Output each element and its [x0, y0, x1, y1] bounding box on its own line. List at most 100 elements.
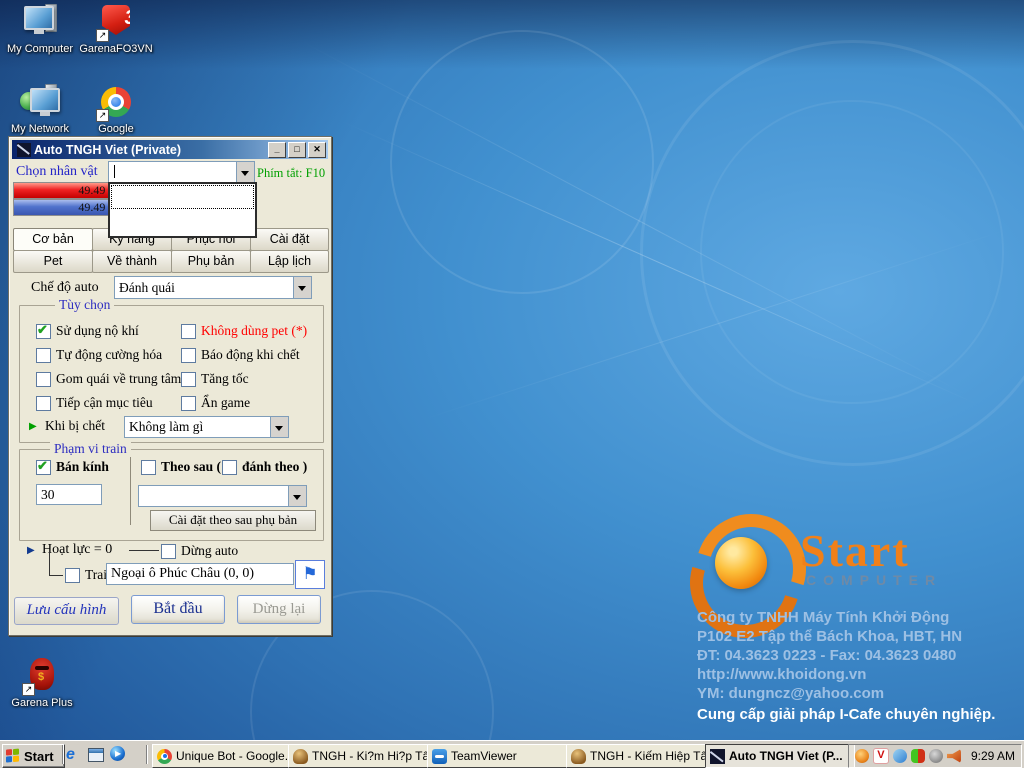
tab-pet[interactable]: Pet	[13, 250, 93, 273]
start-menu-button[interactable]: Start	[2, 744, 65, 768]
checkbox[interactable]: ✔	[181, 396, 196, 411]
checkbox[interactable]: ✔	[65, 568, 80, 583]
dropdown-item[interactable]	[111, 185, 254, 209]
option-bao-dong-khi-chet[interactable]: ✔ Báo động khi chết	[181, 347, 300, 363]
checkbox[interactable]: ✔	[36, 324, 51, 339]
tab-cai-dat[interactable]: Cài đặt	[250, 228, 329, 251]
option-an-game[interactable]: ✔ Ẩn game	[181, 395, 250, 411]
quicklaunch-ie-icon[interactable]: e	[66, 746, 83, 763]
checkbox[interactable]: ✔	[141, 460, 156, 475]
shortcut-arrow-icon: ↗	[22, 683, 35, 696]
checkbox[interactable]: ✔	[181, 324, 196, 339]
quicklaunch-desktop-icon[interactable]	[88, 746, 105, 763]
taskbar-button-tngh-1[interactable]: TNGH - Ki?m Hi?p Tâ...	[288, 744, 434, 768]
taskbar-button-auto-tngh[interactable]: Auto TNGH Viet (P...	[705, 744, 855, 768]
options-group-title: Tùy chọn	[55, 297, 114, 313]
shortcut-arrow-icon: ↗	[96, 109, 109, 122]
taskbar-button-unique-bot[interactable]: Unique Bot - Google...	[152, 744, 295, 768]
combo-dropdown-button[interactable]	[236, 162, 254, 183]
brand-word: Start	[800, 524, 910, 577]
tab-lap-lich[interactable]: Lập lịch	[250, 250, 329, 273]
quicklaunch-mediaplayer-icon[interactable]: ▶	[110, 746, 127, 763]
brand-ym: YM: dungncz@yahoo.com	[697, 684, 962, 703]
stop-auto-option[interactable]: ✔ Dừng auto	[161, 543, 238, 559]
maximize-button[interactable]: □	[288, 142, 306, 158]
character-dropdown-list[interactable]	[108, 182, 257, 238]
tab-ve-thanh[interactable]: Về thành	[92, 250, 172, 273]
train-location-field[interactable]: Ngoại ô Phúc Châu (0, 0)	[106, 563, 294, 585]
taskbar-clock[interactable]: 9:29 AM	[971, 749, 1015, 763]
game-icon	[571, 749, 586, 764]
start-computer-tray-icon[interactable]	[855, 749, 869, 763]
divider	[130, 457, 131, 525]
checkbox[interactable]: ✔	[36, 460, 51, 475]
radius-option[interactable]: ✔ Bán kính	[36, 459, 109, 475]
option-tiep-can-muc-tieu[interactable]: ✔ Tiếp cận mục tiêu	[36, 395, 153, 411]
auto-mode-combobox[interactable]: Đánh quái	[114, 276, 312, 299]
window-title: Auto TNGH Viet (Private)	[34, 143, 266, 157]
follow-target-combobox[interactable]	[138, 485, 307, 507]
character-combobox[interactable]	[108, 161, 255, 184]
taskbar-button-teamviewer[interactable]: TeamViewer	[427, 744, 573, 768]
tree-line	[49, 551, 50, 575]
flag-icon: ⚑	[302, 564, 317, 583]
follow-settings-button[interactable]: Cài đặt theo sau phụ bản	[150, 510, 316, 531]
combo-dropdown-button[interactable]	[293, 277, 311, 298]
radius-input[interactable]: 30	[36, 484, 102, 505]
start-button[interactable]: Bắt đầu	[131, 595, 225, 624]
shortcut-arrow-icon: ↗	[96, 29, 109, 42]
key-tray-icon[interactable]	[893, 749, 907, 763]
checkbox[interactable]: ✔	[36, 348, 51, 363]
checkbox[interactable]: ✔	[181, 372, 196, 387]
garenafo3vn-icon: 3↗	[98, 4, 134, 40]
minimize-button[interactable]: _	[268, 142, 286, 158]
garena-plus-icon: ↗	[24, 658, 60, 694]
close-button[interactable]: ✕	[308, 142, 326, 158]
checkbox[interactable]: ✔	[36, 372, 51, 387]
save-config-button[interactable]: Lưu cấu hình	[14, 597, 119, 625]
desktop-icon-garena-plus[interactable]: ↗ Garena Plus	[4, 658, 80, 709]
vietkey-tray-icon[interactable]: V	[873, 748, 889, 764]
desktop-icon-label: GarenaFO3VN	[78, 43, 154, 55]
option-khong-dung-pet[interactable]: ✔ Không dùng pet (*)	[181, 323, 307, 339]
desktop-icon-garenafo3vn[interactable]: 3↗ GarenaFO3VN	[78, 4, 154, 55]
chrome-icon: ↗	[98, 84, 134, 120]
option-su-dung-no-khi[interactable]: ✔ Sử dụng nộ khí	[36, 323, 139, 339]
stop-button[interactable]: Dừng lại	[237, 595, 321, 624]
brand-phone: ĐT: 04.3623 0223 - Fax: 04.3623 0480	[697, 646, 962, 665]
garena-tray-icon[interactable]	[911, 749, 925, 763]
tab-phu-ban[interactable]: Phụ bản	[171, 250, 251, 273]
checkbox[interactable]: ✔	[36, 396, 51, 411]
taskbar-divider	[146, 745, 147, 764]
checkbox[interactable]: ✔	[222, 460, 237, 475]
desktop-icon-my-computer[interactable]: My Computer	[2, 4, 78, 55]
title-bar[interactable]: Auto TNGH Viet (Private) _ □ ✕	[12, 140, 328, 159]
combo-dropdown-button[interactable]	[270, 417, 288, 437]
tree-line	[49, 575, 63, 576]
flag-button[interactable]: ⚑	[295, 560, 325, 589]
checkbox[interactable]: ✔	[181, 348, 196, 363]
chrome-icon	[157, 749, 172, 764]
volume-tray-icon[interactable]	[947, 749, 961, 763]
option-gom-quai[interactable]: ✔ Gom quái về trung tâm	[36, 371, 181, 387]
volume-muted-tray-icon[interactable]	[929, 749, 943, 763]
option-tang-toc[interactable]: ✔ Tăng tốc	[181, 371, 249, 387]
on-death-combobox[interactable]: Không làm gì	[124, 416, 289, 438]
taskbar-button-tngh-2[interactable]: TNGH - Kiếm Hiệp Tâ...	[566, 744, 712, 768]
teamviewer-icon	[432, 749, 447, 764]
system-tray: V 9:29 AM	[848, 744, 1022, 768]
character-label: Chọn nhân vật	[16, 164, 98, 180]
attack-follow-option[interactable]: ✔ đánh theo )	[222, 459, 307, 475]
follow-option[interactable]: ✔ Theo sau (	[141, 459, 221, 475]
tab-co-ban[interactable]: Cơ bản	[13, 228, 93, 251]
checkbox[interactable]: ✔	[161, 544, 176, 559]
auto-mode-label: Chế độ auto	[31, 280, 99, 296]
desktop-icon-label: Garena Plus	[4, 697, 80, 709]
wallpaper-swirl	[390, 30, 654, 294]
combo-dropdown-button[interactable]	[288, 486, 306, 506]
option-tu-dong-cuong-hoa[interactable]: ✔ Tự động cường hóa	[36, 347, 162, 363]
connector-line	[129, 550, 159, 551]
brand-word2: COMPUTER	[806, 572, 942, 588]
dropdown-item[interactable]	[111, 210, 254, 232]
desktop-icon-my-network[interactable]: My Network	[2, 84, 78, 135]
